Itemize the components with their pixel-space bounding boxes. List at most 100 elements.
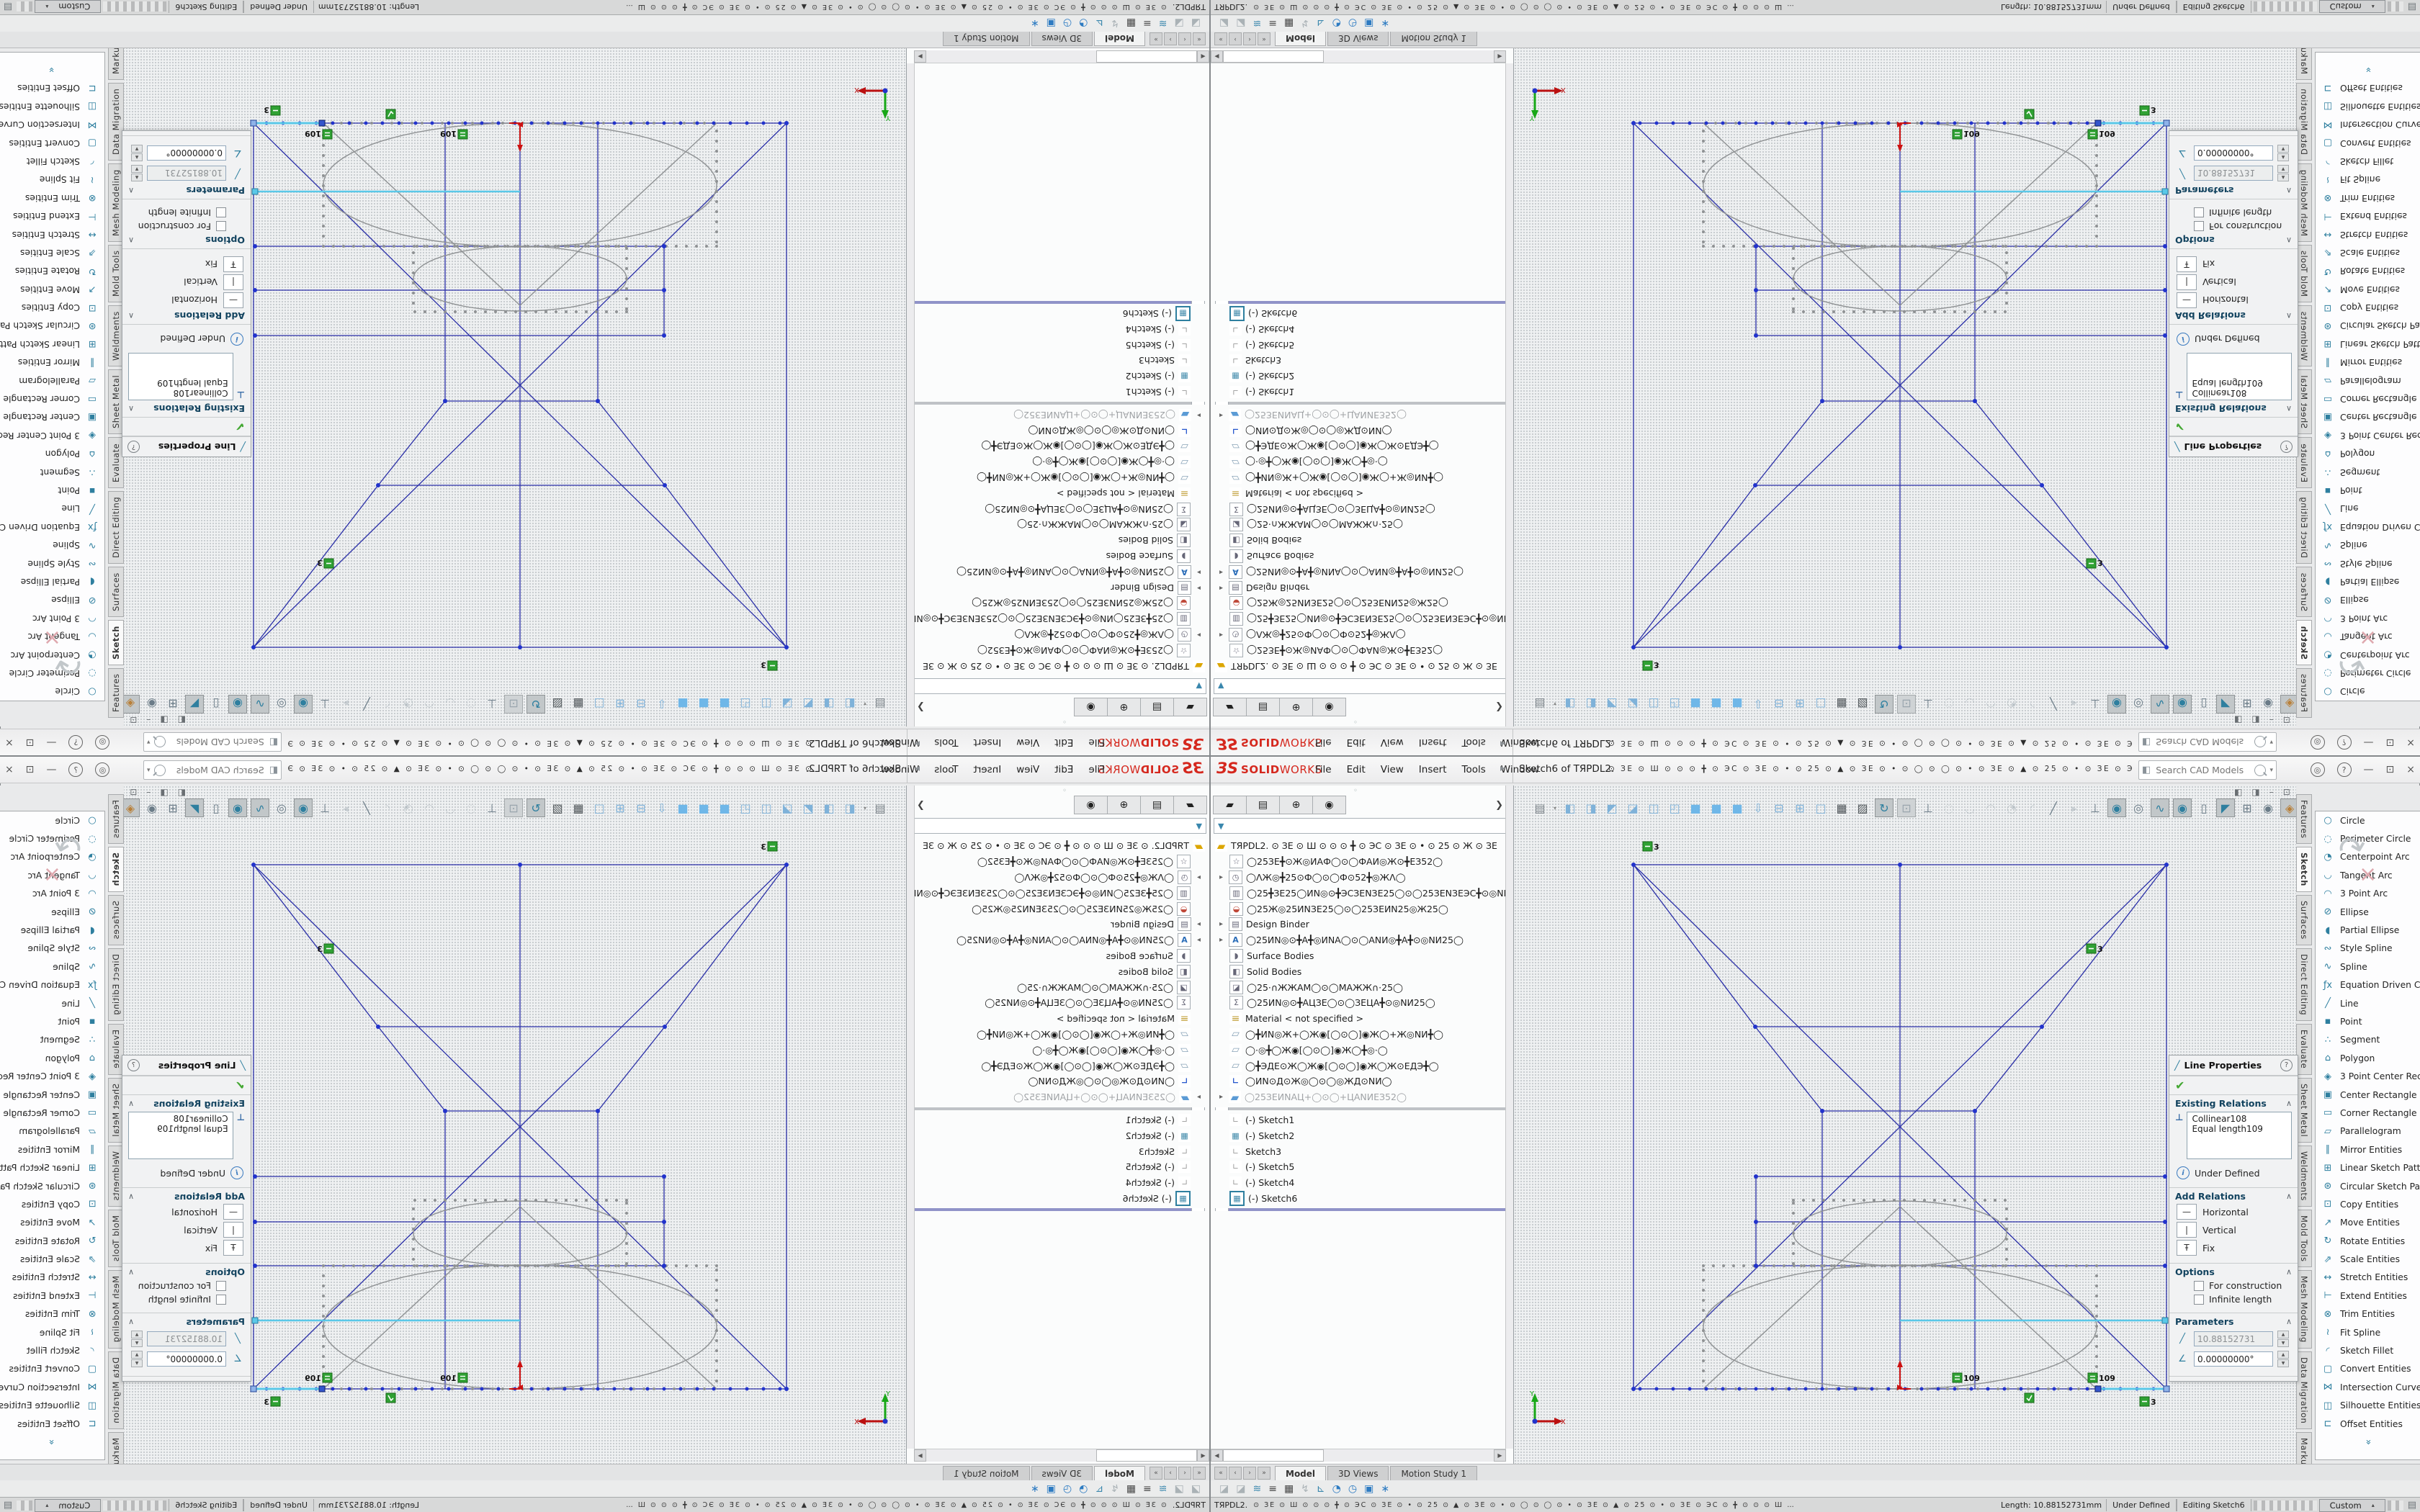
sketch-tool-item[interactable]: ╱ Line <box>2316 994 2420 1012</box>
tree-item-label[interactable]: Solid Bodies <box>1119 966 1173 977</box>
tree-row[interactable]: ▱ ◯╋ИN◎Ж+◯Ж◉[◯⊙◯]◉Ж◯+Ж◎NИ╋◯ <box>907 470 1209 486</box>
checkbox[interactable] <box>2194 208 2204 218</box>
minimize-button[interactable]: — <box>46 737 56 748</box>
tree-row[interactable]: ▱ ◯╋ЭДЕ⊙Ж◯Ж◉[◯⊙◯]◉Ж◯Ж⊙ЕДЭ╋◯ <box>907 1058 1209 1074</box>
search-box[interactable]: ◧ ▾ <box>143 732 282 752</box>
sketch-tool-item[interactable]: ⋈ Intersection Curve <box>0 116 104 134</box>
expand-arrow-icon[interactable]: ▸ <box>1219 1093 1225 1101</box>
sketch-tool-item[interactable]: ∾ Style Spline <box>2316 554 2420 572</box>
sketch-tool-item[interactable]: ▱ Parallelogram <box>2316 1122 2420 1140</box>
relation-item[interactable]: Collinear108 <box>133 1114 228 1124</box>
tree-item-label[interactable]: Design Binder <box>1111 582 1174 593</box>
tree-row[interactable]: ▥ ◯25╋ЗЕ25◯ИN◎⊙╋ЭСЗЕNЗЕ25◯⊙◯25ЗЕNЗЕЭС╋⊙◎… <box>1211 611 1513 627</box>
search-dropdown-icon[interactable]: ▾ <box>147 739 151 746</box>
sketch-tool-item[interactable]: ⊘ Ellipse <box>0 903 104 921</box>
tree-row[interactable]: ◒ ◯25Ж◎25ИNЗЕ25◯⊙◯25ЗЕИN25◎Ж25◯ <box>1211 595 1513 611</box>
tree-item-label[interactable]: ◯25ИN◎⊙╋А╋◎ИNА◯⊙◯АNИ◎╋А╋⊙◎NИ25◯ <box>1246 567 1464 577</box>
search-box[interactable]: ◧ ▾ <box>143 760 282 780</box>
sketch-tool-item[interactable]: ≀ Fit Spline <box>0 1323 104 1341</box>
expand-arrow-icon[interactable]: ▸ <box>1195 411 1201 419</box>
menu-item[interactable]: File <box>1088 737 1105 748</box>
tree-row[interactable]: ∟ Sketch3 <box>907 353 1209 369</box>
sketch-tool-item[interactable]: ⊢ Extend Entities <box>0 207 104 225</box>
tree-row[interactable]: ∟ Sketch3 <box>907 1143 1209 1159</box>
close-button[interactable]: × <box>2406 737 2415 748</box>
commandmanager-tab[interactable]: Direct Editing <box>2296 491 2312 564</box>
commandmanager-tab[interactable]: Sketch <box>108 620 124 665</box>
commandmanager-tab[interactable]: Direct Editing <box>2296 948 2312 1021</box>
sketch-tool-item[interactable]: ⊡ Copy Entities <box>2316 1195 2420 1213</box>
tree-row[interactable]: ▦ (-) Sketch2 <box>907 369 1209 384</box>
sketch-tool-item[interactable]: ▢ Convert Entities <box>2316 1360 2420 1378</box>
tree-row[interactable]: ≡ Material < not specified > <box>1211 485 1513 501</box>
tree-row[interactable]: ▦ (-) Sketch6 <box>907 306 1209 322</box>
tab-nav-icon[interactable]: « <box>1214 1467 1227 1480</box>
close-button[interactable]: × <box>5 764 14 775</box>
sketch-tool-item[interactable]: ◜ Sketch Fillet <box>0 1341 104 1359</box>
search-box[interactable]: ◧ ▾ <box>2138 732 2277 752</box>
tree-item-label[interactable]: (-) Sketch6 <box>1123 308 1172 319</box>
tree-item-label[interactable]: ◯╋ЭДЕ⊙Ж◯Ж◉[◯⊙◯]◉Ж◯Ж⊙ЕДЭ╋◯ <box>1245 1061 1439 1071</box>
motionmanager-icon[interactable]: ⊾ <box>1317 1483 1325 1495</box>
tree-item-label[interactable]: (-) Sketch6 <box>1248 308 1297 319</box>
sketch-tool-item[interactable]: ∿ Spline <box>0 958 104 976</box>
expand-arrow-icon[interactable]: ▸ <box>1219 936 1225 944</box>
tree-item-label[interactable]: Sketch3 <box>1139 1146 1175 1157</box>
panel-grip[interactable]: ◦ <box>1062 717 1067 725</box>
commandmanager-tab[interactable]: Mesh Modeling <box>2296 1270 2312 1349</box>
collapse-icon[interactable]: ∧ <box>2286 1317 2292 1326</box>
tree-row[interactable]: ▸ ▤ Design Binder <box>1211 580 1513 595</box>
scrollbar-thumb[interactable] <box>1096 1449 1197 1462</box>
tree-item-label[interactable]: (-) Sketch1 <box>1126 1115 1175 1125</box>
panel-expand-icon[interactable]: ❯ <box>1495 800 1503 811</box>
featuremanager-tab[interactable]: ▤ <box>1246 698 1280 716</box>
tree-row[interactable]: ∟ ◯ИN⊙Д⊙Ж◎◯⊙◯◎ЖД⊙NИ◯ <box>1211 423 1513 438</box>
tree-row[interactable]: ▸ ▰ ◯25ЗЕИNАЦ+◯⊙◯+ЦАNИЕЗ52◯ <box>907 407 1209 423</box>
tree-item-label[interactable]: ◯╋ЭДЕ⊙Ж◯Ж◉[◯⊙◯]◉Ж◯Ж⊙ЕДЭ╋◯ <box>981 1061 1175 1071</box>
motionmanager-icon[interactable]: ∗ <box>1031 18 1039 30</box>
sketch-tool-item[interactable]: ▭ Corner Rectangle <box>0 1104 104 1122</box>
menu-item[interactable]: File <box>1088 764 1105 775</box>
checkbox[interactable] <box>2194 222 2204 232</box>
search-box[interactable]: ◧ ▾ <box>2138 760 2277 780</box>
tree-row[interactable]: ☆ ◯25ЗЕ╋⊙Ж◎ИАФ◯⊙◯ФАИ◎Ж⊙╋ЕЗ52◯ <box>907 854 1209 870</box>
commandmanager-tab[interactable]: Features <box>108 794 124 844</box>
sketch-tool-item[interactable]: ∴ Segment <box>2316 1031 2420 1049</box>
tree-item-label[interactable]: ◯25╋ЗЕ25◯ИN◎⊙╋ЭСЗЕNЗЕ25◯⊙◯25ЗЕNЗЕЭС╋⊙◎NИ… <box>1247 613 1513 624</box>
pin-icon[interactable]: ▸ <box>915 738 920 750</box>
tree-item-label[interactable]: TЯPDL2. ⊙ ЗЕ ⊙ Ш ⊙ ⊙ ⊙ ╋ ⊙ ЭС ⊙ ЗЕ ⊙ • ⊙… <box>923 840 1189 851</box>
collapse-icon[interactable]: ∧ <box>128 1099 134 1108</box>
tree-row[interactable]: ◧ Solid Bodies <box>1211 963 1513 979</box>
tree-item-label[interactable]: ◯25╋ЗЕ25◯ИN◎⊙╋ЭСЗЕNЗЕ25◯⊙◯25ЗЕNЗЕЭС╋⊙◎NИ… <box>907 613 1173 624</box>
close-button[interactable]: × <box>5 737 14 748</box>
expand-arrow-icon[interactable]: ▸ <box>1219 411 1225 419</box>
checkbox[interactable] <box>216 1295 226 1305</box>
sketch-tool-item[interactable]: ◠ 3 Point Arc <box>2316 885 2420 903</box>
commandmanager-tab[interactable]: Mold Tools <box>2296 245 2312 302</box>
motionmanager-icon[interactable]: ▦ <box>1284 18 1294 30</box>
sketch-tool-item[interactable]: ◈ 3 Point Center Recta... <box>2316 426 2420 444</box>
sketch-tool-item[interactable]: ⊗ Trim Entities <box>0 189 104 207</box>
user-account-icon[interactable]: ◎ <box>95 735 109 750</box>
tree-row[interactable]: ◒ ◯25Ж◎25ИNЗЕ25◯⊙◯25ЗЕИN25◎Ж25◯ <box>1211 901 1513 917</box>
sketch-tool-item[interactable]: ƒx Equation Driven Curve <box>0 976 104 994</box>
sketch-tool-item[interactable]: ▱ Parallelogram <box>0 372 104 390</box>
sketch-tool-item[interactable]: ↔ Stretch Entities <box>2316 1269 2420 1287</box>
sketch-blue-geometry[interactable] <box>254 865 786 1389</box>
sketch-tool-item[interactable]: ⊗ Trim Entities <box>2316 1305 2420 1323</box>
tab-nav-icon[interactable]: » <box>1150 32 1162 45</box>
unit-system-dropdown[interactable]: Custom▴ <box>35 1 101 14</box>
featuremanager-tab[interactable]: ◉ <box>1074 698 1108 716</box>
panel-grip[interactable]: ◦ <box>1353 787 1358 795</box>
sketch-blue-geometry[interactable] <box>1634 865 2166 1389</box>
pin-icon[interactable]: ▸ <box>915 762 920 774</box>
commandmanager-tab[interactable]: Features <box>2296 668 2312 718</box>
sketch-tool-item[interactable]: ⋈ Intersection Curve <box>0 1378 104 1396</box>
sketch-tool-item[interactable]: ⊛ Circular Sketch Pattern <box>0 317 104 335</box>
tree-item-label[interactable]: (-) Sketch4 <box>1245 1177 1294 1188</box>
tree-row[interactable]: ▥ ◯25╋ЗЕ25◯ИN◎⊙╋ЭСЗЕNЗЕ25◯⊙◯25ЗЕNЗЕЭС╋⊙◎… <box>907 885 1209 901</box>
sketch-tool-item[interactable]: ↗ Move Entities <box>2316 280 2420 298</box>
menu-item[interactable]: Insert <box>973 737 1001 748</box>
panel-grip[interactable]: ◦ <box>1062 787 1067 795</box>
tree-item-label[interactable]: ◯ИN⊙Д⊙Ж◎◯⊙◯◎ЖД⊙NИ◯ <box>1245 426 1392 436</box>
